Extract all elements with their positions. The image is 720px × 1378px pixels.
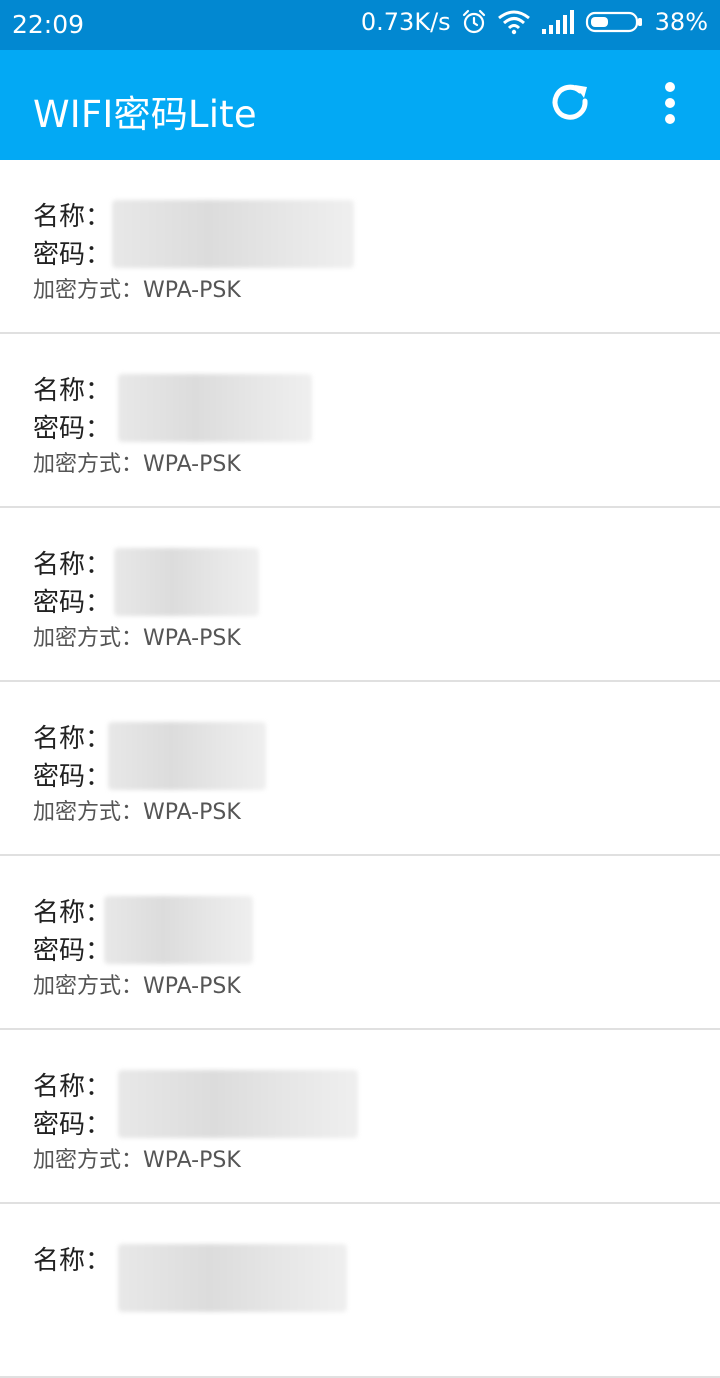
- wifi-list: 名称： 密码： 加密方式：WPA-PSK 名称： 密码： 加密方式：WPA-PS…: [0, 160, 720, 1378]
- list-item[interactable]: 名称：: [0, 1204, 720, 1378]
- name-label: 名称：: [33, 1072, 112, 1102]
- list-item[interactable]: 名称： 密码： 加密方式：WPA-PSK: [0, 160, 720, 334]
- encryption-label: 加密方式：WPA-PSK: [33, 974, 241, 999]
- list-item[interactable]: 名称： 密码： 加密方式：WPA-PSK: [0, 508, 720, 682]
- overflow-menu-icon: [663, 81, 677, 129]
- encryption-label: 加密方式：WPA-PSK: [33, 452, 241, 477]
- refresh-icon: [549, 81, 593, 129]
- list-item[interactable]: 名称： 密码： 加密方式：WPA-PSK: [0, 856, 720, 1030]
- battery-icon: [585, 9, 643, 35]
- password-label: 密码：: [33, 414, 112, 444]
- status-right: 0.73K/s 38%: [361, 8, 708, 36]
- name-label: 名称：: [33, 898, 112, 928]
- encryption-label: 加密方式：WPA-PSK: [33, 278, 241, 303]
- name-label: 名称：: [33, 1246, 112, 1276]
- status-bar: 22:09 0.73K/s 38%: [0, 0, 720, 50]
- alarm-icon: [461, 9, 487, 35]
- password-label: 密码：: [33, 936, 112, 966]
- list-item[interactable]: 名称： 密码： 加密方式：WPA-PSK: [0, 1030, 720, 1204]
- redacted-value: [108, 722, 266, 790]
- name-label: 名称：: [33, 550, 112, 580]
- battery-percent: 38%: [654, 8, 708, 36]
- signal-icon: [541, 9, 575, 35]
- name-label: 名称：: [33, 724, 112, 754]
- wifi-icon: [497, 9, 531, 35]
- overflow-menu-button[interactable]: [645, 78, 695, 132]
- encryption-label: 加密方式：WPA-PSK: [33, 1148, 241, 1173]
- name-label: 名称：: [33, 376, 112, 406]
- app-title: WIFI密码Lite: [33, 93, 257, 136]
- password-label: 密码：: [33, 588, 112, 618]
- encryption-label: 加密方式：WPA-PSK: [33, 800, 241, 825]
- list-item[interactable]: 名称： 密码： 加密方式：WPA-PSK: [0, 334, 720, 508]
- redacted-value: [118, 374, 312, 442]
- app-bar: WIFI密码Lite: [0, 50, 720, 160]
- password-label: 密码：: [33, 762, 112, 792]
- redacted-value: [112, 200, 354, 268]
- list-item[interactable]: 名称： 密码： 加密方式：WPA-PSK: [0, 682, 720, 856]
- refresh-button[interactable]: [544, 78, 598, 132]
- net-speed: 0.73K/s: [360, 8, 451, 36]
- encryption-label: 加密方式：WPA-PSK: [33, 626, 241, 651]
- password-label: 密码：: [33, 240, 112, 270]
- redacted-value: [118, 1244, 347, 1312]
- status-time: 22:09: [12, 10, 85, 39]
- name-label: 名称：: [33, 202, 112, 232]
- password-label: 密码：: [33, 1110, 112, 1140]
- redacted-value: [104, 896, 253, 964]
- redacted-value: [114, 548, 259, 616]
- redacted-value: [118, 1070, 358, 1138]
